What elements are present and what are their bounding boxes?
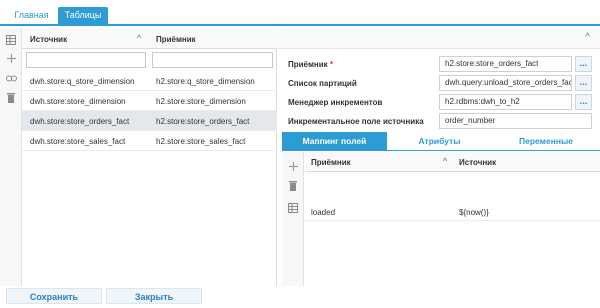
left-toolbar (0, 28, 22, 286)
increment-field-label: Инкрементальное поле источника (288, 117, 424, 126)
receiver-label: Приёмник * (288, 60, 334, 69)
close-button[interactable]: Закрыть (106, 288, 202, 304)
mapping-grid-header: Приёмник ^ Источник (305, 152, 600, 172)
tables-grid: Источник ^ Приёмник dwh.store:q_store_di… (22, 28, 277, 286)
table-row-selected[interactable]: dwh.store:store_orders_fact h2.store:sto… (22, 111, 277, 131)
increment-manager-browse-button[interactable]: ... (575, 94, 592, 110)
detail-tab-bar: Маппинг полей Атрибуты Переменные (282, 132, 600, 151)
increment-manager-field[interactable]: h2.rdbms:dwh_to_h2 (439, 94, 572, 110)
receiver-field[interactable]: h2.store:store_orders_fact (439, 56, 572, 72)
mapping-grid: Приёмник ^ Источник loaded ${now()} (305, 152, 600, 286)
required-mark: * (329, 60, 334, 69)
tab-main[interactable]: Главная (6, 7, 57, 24)
table-row[interactable]: dwh.store:q_store_dimension h2.store:q_s… (22, 71, 277, 91)
cell-target: h2.store:store_orders_fact (156, 117, 250, 126)
tab-attributes[interactable]: Атрибуты (387, 132, 492, 150)
sort-asc-icon[interactable]: ^ (443, 156, 447, 166)
add-icon[interactable] (5, 52, 17, 64)
add-icon[interactable] (287, 160, 299, 172)
table-row[interactable]: dwh.store:store_dimension h2.store:store… (22, 91, 277, 111)
save-button[interactable]: Сохранить (6, 288, 102, 304)
trash-icon[interactable] (5, 92, 17, 104)
cell-source: dwh.store:store_sales_fact (30, 137, 126, 146)
filter-target-input[interactable] (152, 52, 273, 68)
cell-source: dwh.store:store_orders_fact (30, 117, 130, 126)
receiver-browse-button[interactable]: ... (575, 56, 592, 72)
details-panel: ^ Приёмник * h2.store:store_orders_fact … (278, 28, 600, 286)
partitions-label: Список партиций (288, 79, 357, 88)
cell-target: h2.store:q_store_dimension (156, 77, 255, 86)
tab-field-mapping[interactable]: Маппинг полей (282, 132, 387, 150)
top-tab-bar: Главная Таблицы (0, 0, 600, 26)
mapping-toolbar (282, 152, 304, 286)
cell-target: h2.store:store_sales_fact (156, 137, 246, 146)
cell-receiver: loaded (311, 208, 336, 217)
tab-variables[interactable]: Переменные (492, 132, 600, 150)
cell-source: dwh.store:q_store_dimension (30, 77, 135, 86)
increment-manager-label: Менеджер инкрементов (288, 98, 383, 107)
increment-field-input[interactable]: order_number (439, 113, 592, 129)
column-header-target[interactable]: Приёмник (156, 35, 196, 44)
collapse-icon[interactable]: ^ (585, 32, 590, 43)
cell-source: ${now()} (459, 208, 489, 217)
link-icon[interactable] (5, 72, 17, 84)
trash-icon[interactable] (287, 180, 299, 192)
column-header-source[interactable]: Источник (30, 35, 67, 44)
filter-source-input[interactable] (26, 52, 146, 68)
mapping-row[interactable]: loaded ${now()} (305, 203, 600, 221)
table-row[interactable]: dwh.store:store_sales_fact h2.store:stor… (22, 131, 277, 151)
details-header: ^ (278, 28, 600, 49)
bottom-bar: Сохранить Закрыть (0, 286, 600, 308)
column-header-receiver[interactable]: Приёмник (311, 158, 351, 167)
tab-tables[interactable]: Таблицы (58, 7, 108, 24)
cell-source: dwh.store:store_dimension (30, 97, 126, 106)
sort-asc-icon[interactable]: ^ (137, 33, 141, 43)
cell-target: h2.store:store_dimension (156, 97, 246, 106)
grid-header: Источник ^ Приёмник (22, 28, 277, 49)
grid-icon[interactable] (287, 202, 299, 214)
table-icon[interactable] (5, 34, 17, 46)
column-header-source[interactable]: Источник (459, 158, 496, 167)
partitions-browse-button[interactable]: ... (575, 75, 592, 91)
partitions-field[interactable]: dwh.query:unload_store_orders_fact (439, 75, 572, 91)
